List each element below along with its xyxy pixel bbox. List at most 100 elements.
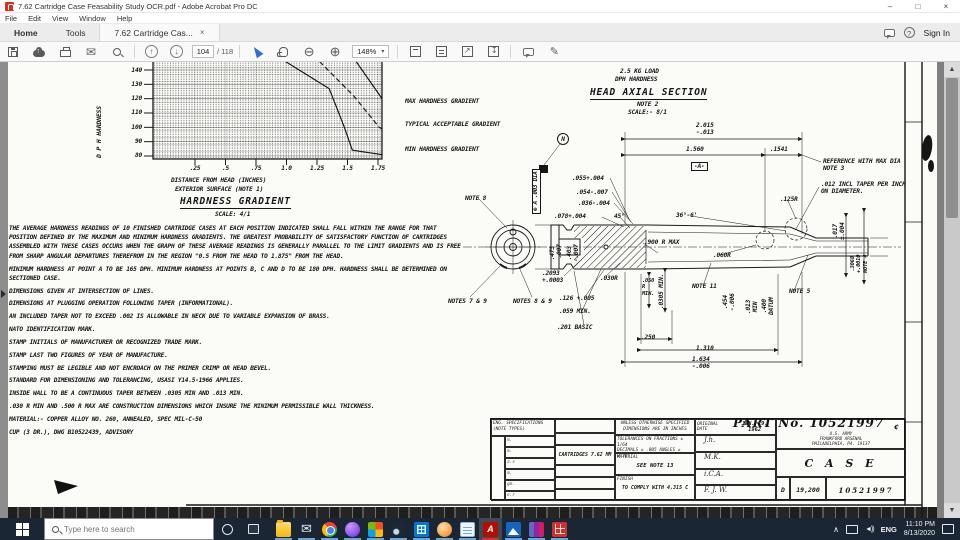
dim-label: .201 BASIC [557, 324, 593, 331]
chart-x-tick: .75 [250, 165, 262, 172]
dim-label: .0305 MIN. [658, 273, 665, 309]
hand-tool-icon[interactable] [276, 45, 290, 59]
menu-view[interactable]: View [52, 14, 68, 23]
tray-expand-icon[interactable]: ∧ [833, 525, 839, 534]
dim-label: NOTES 8 & 9 [513, 298, 552, 305]
save-icon[interactable] [6, 45, 20, 59]
nav-pane-toggle[interactable] [0, 62, 8, 518]
file-explorer-icon[interactable] [272, 518, 295, 540]
chart-y-tick: 90 [134, 138, 142, 146]
notepad-icon[interactable] [456, 518, 479, 540]
scan-artifact-band [8, 507, 937, 518]
taskbar-search[interactable] [44, 518, 214, 540]
menu-file[interactable]: File [5, 14, 17, 23]
pdf-page: 140 130 120 110 100 90 80 .25 .5 .75 1.0 1.25 1.5 1.… [8, 62, 937, 518]
chart-x-tick: 1.75 [370, 165, 386, 172]
dim-label: HEAD AXIAL SECTION [590, 87, 708, 101]
note-line: NATO IDENTIFICATION MARK. [9, 326, 96, 334]
chart-x-tick: 1.5 [342, 165, 353, 172]
fullscreen-icon[interactable] [460, 45, 474, 59]
windows-logo-icon [15, 522, 29, 536]
menu-edit[interactable]: Edit [28, 14, 41, 23]
zoom-level-select[interactable]: 148% ▾ [352, 45, 390, 58]
dim-label: HARDNESS GRADIENT [180, 196, 291, 210]
scrollbar-thumb[interactable] [946, 78, 958, 218]
zoom-in-icon[interactable]: ⊕ [328, 44, 342, 59]
next-page-button[interactable]: ↓ [170, 45, 183, 58]
read-mode-icon[interactable] [486, 45, 500, 59]
tab-document[interactable]: 7.62 Cartridge Cas... × [99, 24, 220, 41]
sign-in-button[interactable]: Sign In [924, 28, 950, 38]
photos-icon[interactable] [502, 518, 525, 540]
print-icon[interactable] [58, 45, 72, 59]
start-button[interactable] [0, 518, 44, 540]
dim-label: NOTE 11 [692, 283, 717, 290]
note-line: CUP (3 DR.), DWG B10522439, ADVISORY [9, 428, 134, 436]
acrobat-icon[interactable]: A [479, 518, 502, 540]
language-indicator[interactable]: ENG [881, 525, 897, 534]
vertical-scrollbar[interactable]: ▲ ▼ [944, 62, 960, 518]
tab-home[interactable]: Home [0, 24, 52, 41]
dwg-no-cell: 10521997 [826, 477, 906, 501]
scroll-down-arrow[interactable]: ▼ [944, 503, 960, 518]
dim-label: REFERENCE WITH MAX DIA NOTE 3 [823, 158, 901, 173]
file-explorer-icon-glyph [276, 519, 291, 537]
chart-y-tick: 80 [134, 152, 142, 160]
chrome-icon[interactable] [318, 518, 341, 540]
dim-label: .050 R MIN. [642, 278, 655, 297]
select-tool-icon[interactable] [250, 44, 264, 59]
acrobat-app-icon [5, 1, 14, 11]
dim-label: .3068 +.0010 NOTE 4 [850, 254, 869, 273]
search-input[interactable] [64, 524, 184, 534]
dim-label: TYPICAL ACCEPTABLE GRADIENT [405, 121, 501, 128]
clock[interactable]: 11:10 PM 8/13/2020 [904, 520, 935, 538]
scroll-mode-icon[interactable] [408, 45, 422, 59]
menu-window[interactable]: Window [79, 14, 106, 23]
dim-label: .2093 +.0003 [542, 270, 564, 285]
upload-cloud-icon[interactable] [32, 45, 46, 59]
dim-label: .054-.007 [576, 189, 608, 196]
tab-close-icon[interactable]: × [200, 28, 205, 37]
network-display-icon[interactable] [845, 524, 858, 534]
zoom-out-icon[interactable]: ⊖ [302, 44, 316, 59]
dim-label: ⊕ A .003 DIA [532, 168, 541, 214]
previous-page-button[interactable]: ↑ [145, 45, 158, 58]
maximize-button[interactable]: □ [904, 0, 932, 13]
close-button[interactable]: × [932, 0, 960, 13]
task-view-icon[interactable] [248, 524, 259, 534]
fit-page-icon[interactable] [434, 45, 448, 59]
dim-label: -A- [691, 162, 708, 172]
help-icon[interactable]: ? [903, 27, 915, 38]
calculator-icon[interactable] [410, 518, 433, 540]
comment-tool-icon[interactable] [521, 45, 535, 59]
action-center-icon[interactable] [942, 524, 954, 534]
size-cell: D [776, 477, 790, 501]
orange-globe-app-icon[interactable] [433, 518, 456, 540]
winrar-icon[interactable] [525, 518, 548, 540]
purple-app-icon[interactable] [341, 518, 364, 540]
note-line: MINIMUM HARDNESS AT POINT A TO BE 165 DP… [9, 265, 447, 282]
volume-icon[interactable]: ◄)) [865, 526, 875, 533]
search-icon[interactable] [110, 45, 124, 59]
dim-label: .250 [641, 334, 656, 341]
page-number-input[interactable] [192, 45, 214, 58]
finish-cell: TO COMPLY WITH 4,315 C [621, 484, 689, 491]
red-cube-app-icon[interactable] [548, 518, 571, 540]
tab-tools[interactable]: Tools [52, 24, 100, 41]
cent-mark: ¢ [894, 422, 899, 431]
steam-icon[interactable] [387, 518, 410, 540]
scroll-up-arrow[interactable]: ▲ [944, 62, 960, 77]
cortana-icon[interactable] [222, 523, 233, 535]
dim-label: 1.310 [696, 345, 714, 352]
menu-help[interactable]: Help [117, 14, 132, 23]
signature: F. J. W. [695, 485, 776, 501]
ms-colors-app-icon[interactable] [364, 518, 387, 540]
fill-sign-pencil-icon[interactable]: ✎ [547, 45, 561, 59]
minimize-button[interactable]: – [876, 0, 904, 13]
mail-icon[interactable]: ✉ [295, 518, 318, 540]
dim-label: .400 DATUM [761, 297, 776, 315]
title-bar: 7.62 Cartridge Case Feasability Study OC… [0, 0, 960, 13]
dim-label: DPH HARDNESS [615, 76, 658, 83]
dim-label: N [557, 133, 569, 145]
feedback-bubble-icon[interactable] [883, 28, 895, 39]
